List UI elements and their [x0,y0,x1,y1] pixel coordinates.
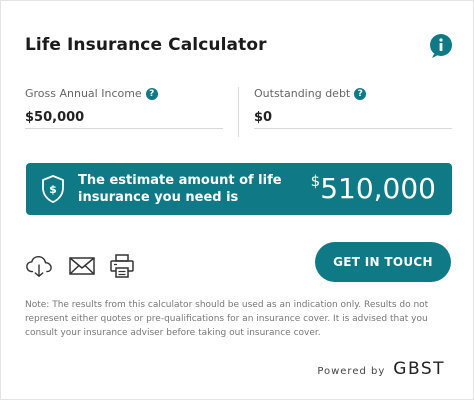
page-title: Life Insurance Calculator [25,35,267,55]
get-in-touch-button[interactable]: GET IN TOUCH [315,242,451,282]
income-help-icon[interactable]: ? [145,87,158,100]
income-underline [25,128,223,129]
svg-text:$: $ [49,183,57,196]
powered-by: Powered by GBST [317,359,445,379]
mail-icon[interactable] [68,253,96,279]
calculator-card: Life Insurance Calculator Gross Annual I… [0,0,474,400]
estimate-value: 510,000 [320,172,436,205]
gbst-logo[interactable]: GBST [393,359,445,379]
shield-dollar-icon: $ [42,175,64,203]
debt-underline [254,128,452,129]
disclaimer-note: Note: The results from this calculator s… [25,300,429,338]
estimate-text: The estimate amount of life insurance yo… [78,173,282,205]
info-icon[interactable] [428,33,454,59]
cloud-download-icon[interactable] [25,253,53,279]
estimate-currency: $ [310,172,321,190]
estimate-amount: $510,000 [311,171,436,207]
field-divider [238,87,239,137]
printer-icon[interactable] [108,253,136,279]
income-field-label: Gross Annual Income ? [25,87,158,100]
debt-input[interactable] [254,106,452,128]
powered-by-label: Powered by [317,366,386,377]
debt-field-label: Outstanding debt ? [254,87,367,100]
income-label-text: Gross Annual Income [25,87,142,100]
estimate-banner: $ The estimate amount of life insurance … [26,163,452,215]
income-input[interactable] [25,106,223,128]
debt-help-icon[interactable]: ? [354,87,367,100]
debt-label-text: Outstanding debt [254,87,351,100]
